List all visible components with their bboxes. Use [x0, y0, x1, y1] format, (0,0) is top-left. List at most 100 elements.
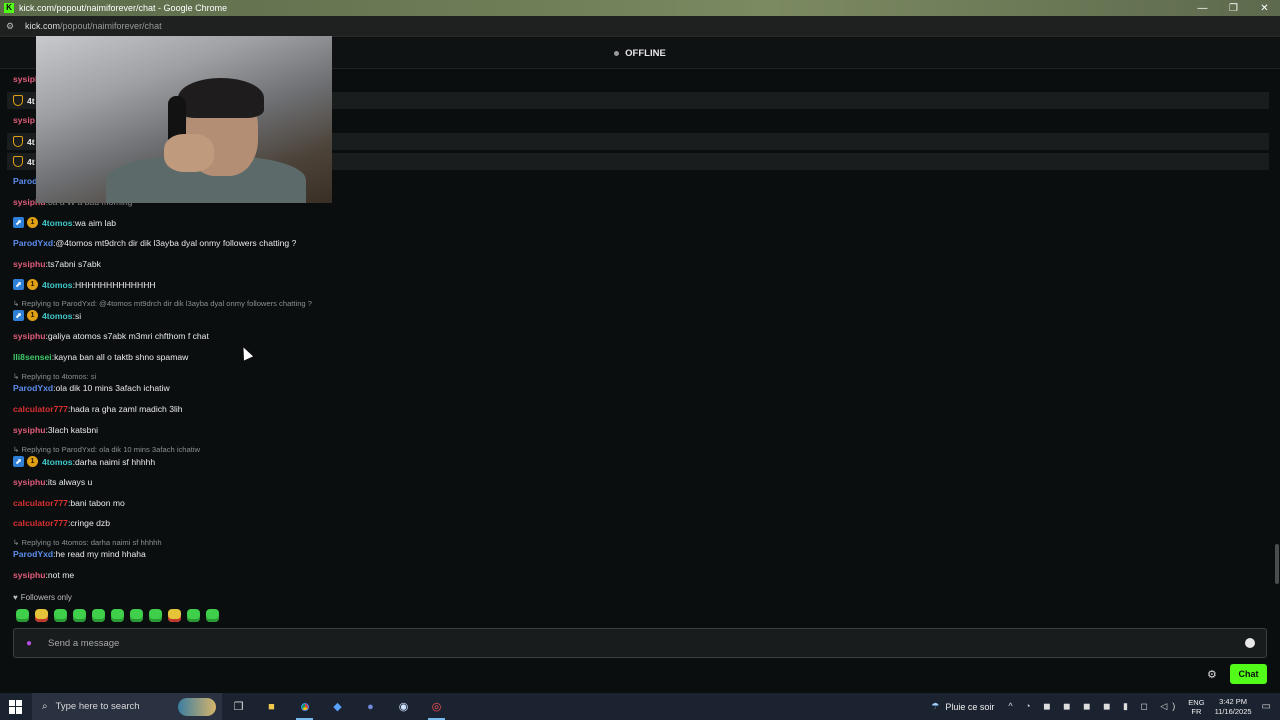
kick-favicon-icon: K [4, 3, 14, 13]
followers-only-notice: ♥ Followers only [13, 593, 72, 602]
emoji-icon[interactable] [1245, 638, 1255, 648]
taskbar-clock[interactable]: 3:42 PM 11/16/2025 [1215, 697, 1252, 717]
language-indicator[interactable]: ENG FR [1188, 698, 1204, 716]
chat-username[interactable]: ParodYxd [13, 549, 53, 559]
emote-icon[interactable] [187, 609, 200, 622]
chat-send-button[interactable]: Chat [1230, 664, 1267, 684]
chat-username[interactable]: 4t [27, 137, 35, 147]
chat-message[interactable]: sysiphu: ts7abni s7abk [13, 259, 101, 269]
reply-context[interactable]: ↳ Replying to 4tomos: si [13, 372, 96, 381]
chat-text: not me [47, 570, 75, 580]
chat-message[interactable]: Parod [13, 176, 37, 186]
boost-badge-icon: ⬈ [13, 456, 24, 467]
chat-text: darha naimi sf hhhhh [74, 456, 156, 467]
chat-message[interactable]: calculator777: hada ra gha zaml madich 3… [13, 404, 183, 414]
chat-scrollbar[interactable] [1274, 70, 1280, 590]
obs-icon[interactable]: ◎ [420, 693, 453, 720]
tray-icons[interactable]: ^ ◔ ◼ ◼ ◼ ◼ ▮ ◻ ◁) [1008, 701, 1180, 712]
chat-message[interactable]: sysiphu: galiya atomos s7abk m3mri chfth… [13, 331, 209, 341]
chat-username[interactable]: ParodYxd [13, 383, 53, 393]
chat-username[interactable]: 4tomos [42, 280, 73, 290]
chat-username[interactable]: calculator777 [13, 404, 68, 414]
emote-icon[interactable] [54, 609, 67, 622]
window-controls: — ❐ ✕ [1187, 3, 1280, 14]
reply-context[interactable]: ↳ Replying to 4tomos: darha naimi sf hhh… [13, 538, 162, 547]
windows-start-icon[interactable] [9, 699, 23, 714]
chat-username[interactable]: 4tomos [42, 457, 73, 467]
emote-icon[interactable] [73, 609, 86, 622]
emote-icon[interactable] [206, 609, 219, 622]
chat-username[interactable]: sysiphu [13, 331, 45, 341]
emote-icon[interactable] [92, 609, 105, 622]
message-input-box[interactable]: ● [13, 628, 1267, 658]
emote-icon[interactable] [16, 609, 29, 622]
chat-username[interactable]: Parod [13, 176, 37, 186]
chat-message[interactable]: ⬈ 1 4tomos: wa aim lab [13, 217, 116, 228]
chat-username[interactable]: 4t [27, 96, 35, 106]
chat-message[interactable]: lli8sensei: kayna ban all o taktb shno s… [13, 352, 188, 362]
chat-message[interactable]: calculator777: bani tabon mo [13, 498, 125, 508]
chat-message[interactable]: ParodYxd: @4tomos mt9drch dir dik l3ayba… [13, 238, 296, 248]
reply-context[interactable]: ↳ Replying to ParodYxd: @4tomos mt9drch … [13, 299, 312, 308]
webcam-overlay [36, 36, 332, 203]
emote-icon[interactable] [168, 609, 181, 622]
gear-icon[interactable]: ⚙ [1207, 668, 1217, 681]
emote-icon[interactable] [149, 609, 162, 622]
quick-emote-bar [16, 609, 219, 622]
stream-status: OFFLINE [625, 47, 666, 59]
emote-icon[interactable] [111, 609, 124, 622]
chat-message[interactable]: ParodYxd: ola dik 10 mins 3afach ichatiw [13, 383, 170, 393]
chat-message[interactable]: ParodYxd: he read my mind hhaha [13, 549, 146, 559]
url-text[interactable]: kick.com/popout/naimiforever/chat [25, 21, 162, 31]
chat-message[interactable]: calculator777: cringe dzb [13, 518, 110, 528]
chrome-icon[interactable] [288, 693, 321, 720]
chat-message[interactable]: ⬈ 1 4tomos: HHHHHHHHHHHHH [13, 279, 156, 290]
webcam-person-hand [164, 134, 214, 172]
chat-message[interactable]: sysip [13, 115, 35, 125]
chat-message[interactable]: sysiphu: not me [13, 570, 74, 580]
chat-username[interactable]: sysiphu [13, 570, 45, 580]
chat-username[interactable]: lli8sensei [13, 352, 52, 362]
message-input[interactable] [48, 637, 1245, 649]
system-tray: ☂ Pluie ce soir ^ ◔ ◼ ◼ ◼ ◼ ▮ ◻ ◁) ENG F… [931, 693, 1280, 720]
close-window-button[interactable]: ✕ [1249, 3, 1280, 14]
notification-icon[interactable]: ▭ [1262, 701, 1271, 712]
chat-message[interactable]: ⬈ 1 4tomos: darha naimi sf hhhhh [13, 456, 155, 467]
taskbar-search[interactable]: ⌕ Type here to search [32, 693, 222, 720]
site-info-icon[interactable]: ⚙ [6, 21, 16, 32]
chat-username[interactable]: sysip [13, 115, 35, 125]
restore-button[interactable]: ❐ [1218, 3, 1249, 14]
chat-username[interactable]: 4t [27, 157, 35, 167]
minimize-button[interactable]: — [1187, 3, 1218, 14]
chat-username[interactable]: sysiphu [13, 477, 45, 487]
chat-username[interactable]: calculator777 [13, 498, 68, 508]
lang-top: ENG [1188, 697, 1205, 707]
task-view-icon[interactable]: ❐ [222, 693, 255, 720]
microphone-icon[interactable]: ● [26, 638, 40, 649]
app-icon[interactable]: ◆ [321, 693, 354, 720]
chat-username[interactable]: 4tomos [42, 218, 73, 228]
heart-icon: ♥ [13, 593, 18, 602]
reply-context[interactable]: ↳ Replying to ParodYxd: ola dik 10 mins … [13, 445, 200, 454]
chat-username[interactable]: sysiphu [13, 425, 45, 435]
moderator-badge-icon [13, 156, 23, 167]
chat-username[interactable]: ParodYxd [13, 238, 53, 248]
discord-icon[interactable]: ● [354, 693, 387, 720]
file-explorer-icon[interactable]: ■ [255, 693, 288, 720]
window-title: kick.com/popout/naimiforever/chat - Goog… [19, 3, 228, 13]
chat-message[interactable]: ⬈ 1 4tomos: si [13, 310, 81, 321]
steam-icon[interactable]: ◉ [387, 693, 420, 720]
chat-message[interactable]: sysiphu: 3lach katsbni [13, 425, 98, 435]
emote-icon[interactable] [130, 609, 143, 622]
subscriber-badge-icon: 1 [27, 310, 38, 321]
address-bar[interactable]: ⚙ kick.com/popout/naimiforever/chat [0, 16, 1280, 37]
chat-message[interactable]: sysiphu: its always u [13, 477, 92, 487]
chat-username[interactable]: calculator777 [13, 518, 68, 528]
boost-badge-icon: ⬈ [13, 310, 24, 321]
emote-icon[interactable] [35, 609, 48, 622]
chat-username[interactable]: 4tomos [42, 311, 73, 321]
weather-text: Pluie ce soir [945, 701, 995, 712]
chat-username[interactable]: sysiphu [13, 259, 45, 269]
scrollbar-thumb[interactable] [1275, 544, 1279, 584]
weather-widget[interactable]: ☂ Pluie ce soir [931, 701, 994, 712]
